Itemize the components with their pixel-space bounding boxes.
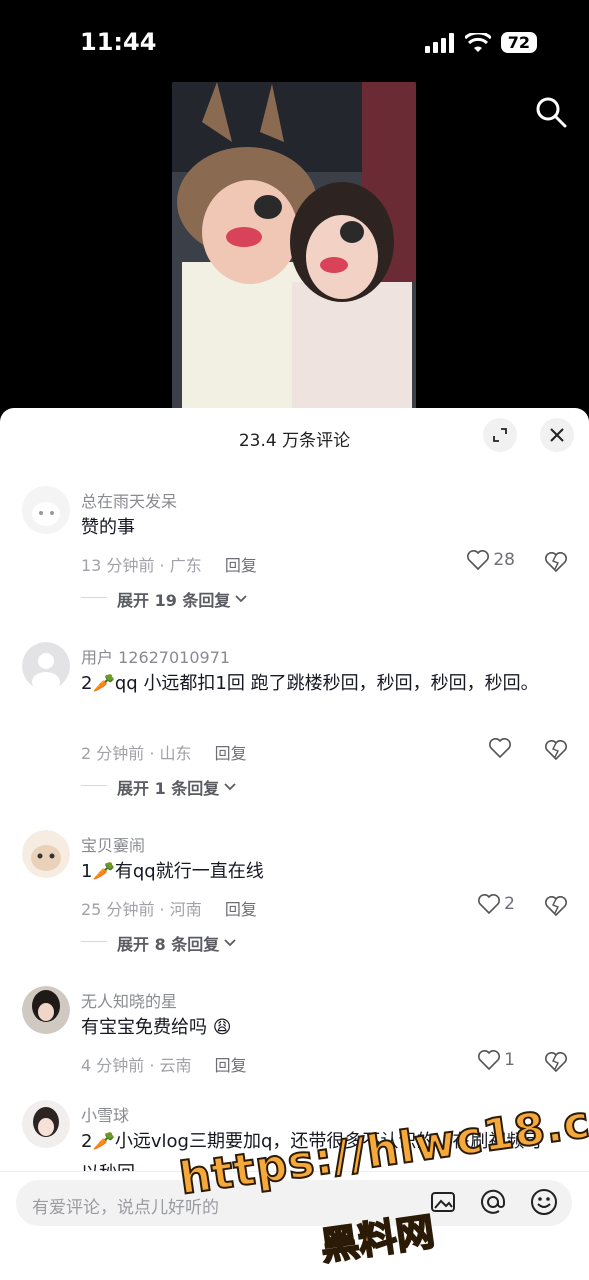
comment-username[interactable]: 用户 12627010971 [81, 644, 230, 668]
expand-replies-button[interactable]: 展开 1 条回复 [117, 775, 237, 799]
avatar[interactable] [22, 830, 70, 878]
reply-button[interactable]: 回复 [215, 1056, 247, 1075]
comment-username[interactable]: 总在雨天发呆 [81, 488, 177, 512]
search-icon[interactable] [533, 94, 569, 130]
video-player[interactable] [0, 82, 589, 412]
heart-icon [478, 894, 501, 914]
video-thumbnail[interactable] [172, 82, 416, 412]
divider [81, 597, 107, 598]
sheet-header: 23.4 万条评论 [0, 408, 589, 466]
dislike-icon[interactable] [545, 1052, 567, 1072]
watermark: https://hlwc18.com 黑料网 [175, 1085, 589, 1280]
avatar[interactable] [22, 486, 70, 534]
status-icons: 72 [424, 32, 537, 53]
dislike-icon[interactable] [545, 552, 567, 572]
reply-button[interactable]: 回复 [225, 556, 257, 575]
close-icon [550, 428, 564, 442]
close-button[interactable] [540, 418, 574, 452]
chevron-down-icon [224, 783, 236, 791]
comment-username[interactable]: 无人知晓的星 [81, 988, 177, 1012]
comment-text: 2🥕qq 小远都扣1回 跑了跳楼秒回，秒回，秒回，秒回。 [81, 673, 539, 694]
chevron-down-icon [224, 939, 236, 947]
comment-meta: 13 分钟前 · 广东 回复 [81, 552, 257, 576]
comment-text: 1🥕有qq就行一直在线 [81, 861, 264, 882]
comment-time-location: 2 分钟前 · 山东 [81, 744, 192, 763]
avatar[interactable] [22, 642, 70, 690]
like-count: 28 [493, 550, 515, 570]
watermark-cn: 黑料网 [317, 1208, 438, 1269]
expand-sheet-button[interactable] [483, 418, 517, 452]
comment-username[interactable]: 小雪球 [81, 1102, 129, 1126]
like-button[interactable]: 2 [478, 894, 515, 914]
dislike-icon[interactable] [545, 896, 567, 916]
comment-meta: 25 分钟前 · 河南 回复 [81, 896, 257, 920]
like-count: 2 [504, 894, 515, 914]
reply-button[interactable]: 回复 [215, 744, 247, 763]
like-button[interactable]: 28 [467, 550, 515, 570]
status-time: 11:44 [80, 28, 157, 56]
avatar[interactable] [22, 1100, 70, 1148]
comment-meta: 2 分钟前 · 山东 回复 [81, 740, 247, 764]
comment-time-location: 13 分钟前 · 广东 [81, 556, 202, 575]
battery-icon: 72 [500, 32, 537, 53]
like-count: 1 [504, 1050, 515, 1070]
comment-time-location: 25 分钟前 · 河南 [81, 900, 202, 919]
comment-time-location: 4 分钟前 · 云南 [81, 1056, 192, 1075]
expand-icon [493, 428, 507, 442]
expand-replies-label: 展开 8 条回复 [117, 935, 220, 954]
chevron-down-icon [235, 595, 248, 603]
comment-text: 有宝宝免费给吗 😩 [81, 1017, 232, 1038]
heart-icon [489, 738, 511, 758]
expand-replies-label: 展开 1 条回复 [117, 779, 220, 798]
heart-icon [478, 1050, 501, 1070]
signal-icon [424, 32, 454, 53]
like-button[interactable] [489, 738, 515, 758]
divider [81, 785, 107, 786]
comment-meta: 4 分钟前 · 云南 回复 [81, 1052, 247, 1076]
status-bar: 11:44 72 [0, 0, 589, 82]
dislike-icon[interactable] [545, 740, 567, 760]
expand-replies-button[interactable]: 展开 19 条回复 [117, 587, 248, 611]
expand-replies-label: 展开 19 条回复 [117, 591, 231, 610]
wifi-icon [464, 32, 491, 52]
like-button[interactable]: 1 [478, 1050, 515, 1070]
comment-text: 赞的事 [81, 517, 135, 538]
heart-icon [467, 550, 490, 570]
expand-replies-button[interactable]: 展开 8 条回复 [117, 931, 237, 955]
comment-username[interactable]: 宝贝嫑闹 [81, 832, 145, 856]
divider [81, 941, 107, 942]
avatar[interactable] [22, 986, 70, 1034]
reply-button[interactable]: 回复 [225, 900, 257, 919]
